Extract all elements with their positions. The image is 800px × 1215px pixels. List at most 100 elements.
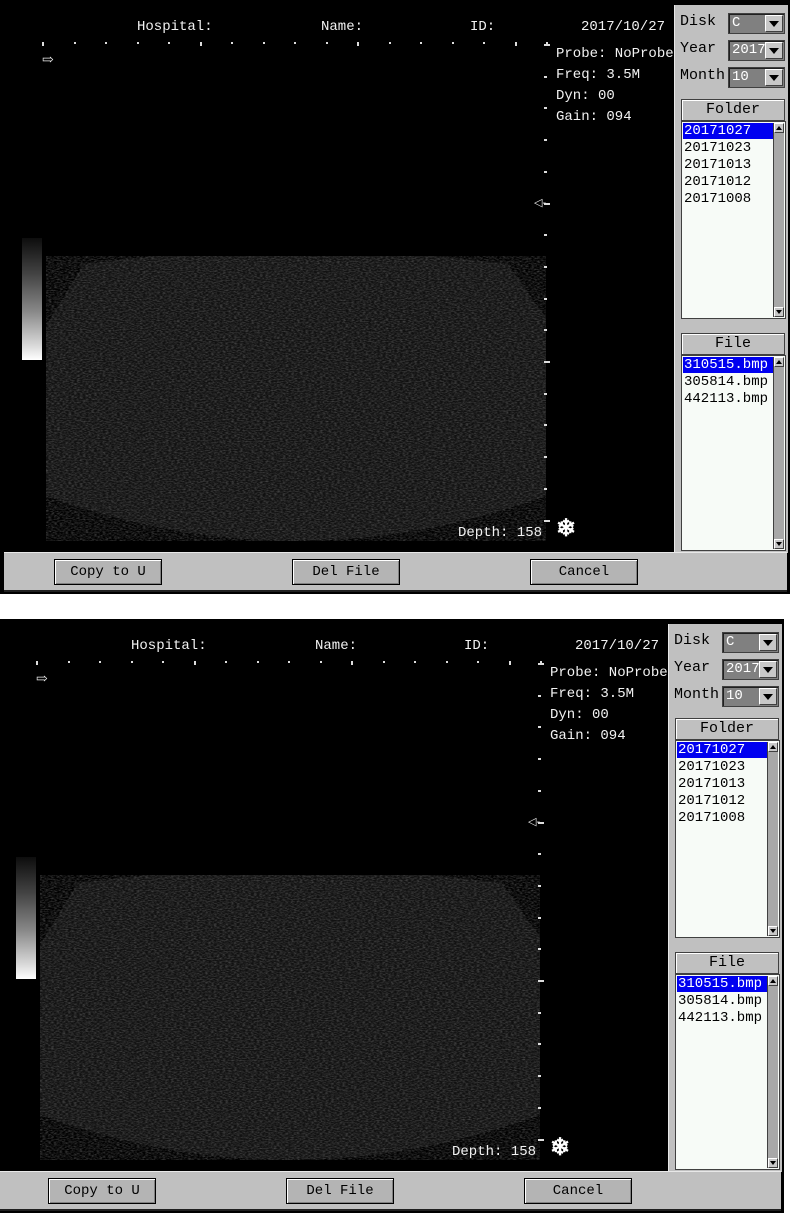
file-list[interactable]: 310515.bmp 305814.bmp 442113.bmp [675, 974, 780, 1170]
file-list-item[interactable]: 442113.bmp [677, 1010, 769, 1026]
dynamic-range-info: Dyn: 00 [550, 707, 609, 723]
scale-tick [105, 42, 107, 44]
depth-tick [544, 329, 547, 332]
month-label: Month [674, 686, 720, 703]
scroll-up-icon[interactable] [774, 123, 784, 133]
folder-list-item[interactable]: 20171008 [677, 810, 769, 826]
depth-tick [544, 234, 547, 237]
year-select[interactable]: 2017 [722, 659, 779, 680]
scroll-down-icon[interactable] [768, 926, 778, 936]
scale-tick [388, 42, 391, 44]
delete-file-button[interactable]: Del File [286, 1178, 394, 1204]
depth-tick [538, 694, 541, 697]
focus-marker-icon: ◁- [528, 815, 541, 828]
depth-tick [538, 1138, 544, 1141]
exam-date: 2017/10/27 [575, 638, 660, 654]
scroll-down-icon[interactable] [768, 1158, 778, 1168]
folder-list-item[interactable]: 20171012 [677, 793, 769, 809]
dropdown-arrow-icon[interactable] [759, 688, 777, 705]
dropdown-arrow-icon[interactable] [759, 634, 777, 651]
disk-value: C [726, 634, 735, 650]
folder-list-item[interactable]: 20171008 [683, 191, 775, 207]
scale-tick [445, 661, 448, 663]
depth-tick [544, 519, 550, 522]
scroll-up-icon[interactable] [768, 976, 778, 986]
disk-select[interactable]: C [728, 13, 785, 34]
copy-to-usb-button[interactable]: Copy to U [54, 559, 162, 585]
folder-list-item[interactable]: 20171027 [677, 742, 769, 758]
delete-file-button[interactable]: Del File [292, 559, 400, 585]
scale-tick [420, 42, 422, 44]
folder-list-item[interactable]: 20171013 [677, 776, 769, 792]
folder-list-item[interactable]: 20171012 [683, 174, 775, 190]
scale-tick [357, 42, 359, 46]
disk-label: Disk [674, 632, 711, 649]
depth-tick [538, 916, 541, 919]
action-bar: Copy to U Del File Cancel [0, 1171, 781, 1211]
folder-list[interactable]: 20171027 20171023 20171013 20171012 20171008 [681, 121, 786, 319]
grayscale-bar [16, 857, 36, 979]
cancel-button[interactable]: Cancel [530, 559, 638, 585]
file-scrollbar[interactable] [767, 976, 778, 1168]
scale-tick [225, 661, 227, 663]
hospital-label: Hospital: [131, 638, 207, 654]
scale-tick [319, 661, 322, 663]
depth-tick [538, 1075, 541, 1078]
patient-name-label: Name: [315, 638, 358, 654]
folder-list-item[interactable]: 20171013 [683, 157, 775, 173]
disk-value: C [732, 15, 741, 31]
dropdown-arrow-icon[interactable] [765, 42, 783, 59]
folder-list-item[interactable]: 20171023 [683, 140, 775, 156]
file-list-item[interactable]: 310515.bmp [683, 357, 775, 373]
file-list-item[interactable]: 442113.bmp [683, 391, 775, 407]
scale-tick [477, 661, 479, 663]
depth-tick [544, 139, 547, 142]
folder-list-item[interactable]: 20171023 [677, 759, 769, 775]
file-list-item[interactable]: 305814.bmp [677, 993, 769, 1009]
dynamic-range-info: Dyn: 00 [556, 88, 615, 104]
folder-list[interactable]: 20171027 20171023 20171013 20171012 20171008 [675, 740, 780, 938]
depth-tick [544, 75, 547, 78]
scale-tick [99, 661, 101, 663]
depth-tick [544, 265, 547, 268]
folder-scrollbar[interactable] [767, 742, 778, 936]
ultrasound-image [40, 875, 540, 1160]
month-value: 10 [732, 69, 749, 85]
scroll-down-icon[interactable] [774, 307, 784, 317]
dropdown-arrow-icon[interactable] [765, 15, 783, 32]
dropdown-arrow-icon[interactable] [765, 69, 783, 86]
year-select[interactable]: 2017 [728, 40, 785, 61]
file-list[interactable]: 310515.bmp 305814.bmp 442113.bmp [681, 355, 786, 551]
folder-list-item[interactable]: 20171027 [683, 123, 775, 139]
scale-tick [168, 42, 170, 44]
folder-header: Folder [675, 718, 779, 740]
pointer-arrow-icon: ⇨ [36, 671, 48, 687]
month-select[interactable]: 10 [722, 686, 779, 707]
scale-tick [294, 42, 296, 44]
exam-date: 2017/10/27 [581, 19, 666, 35]
scroll-up-icon[interactable] [774, 357, 784, 367]
depth-tick [544, 456, 547, 459]
file-scrollbar[interactable] [773, 357, 784, 549]
depth-tick [544, 107, 547, 110]
horizontal-scale [42, 42, 548, 48]
scroll-up-icon[interactable] [768, 742, 778, 752]
file-list-item[interactable]: 310515.bmp [677, 976, 769, 992]
depth-tick [544, 392, 547, 395]
scroll-down-icon[interactable] [774, 539, 784, 549]
cancel-button[interactable]: Cancel [524, 1178, 632, 1204]
file-list-item[interactable]: 305814.bmp [683, 374, 775, 390]
month-select[interactable]: 10 [728, 67, 785, 88]
scale-tick [256, 661, 259, 663]
year-value: 2017 [732, 42, 766, 58]
copy-to-usb-button[interactable]: Copy to U [48, 1178, 156, 1204]
depth-tick [538, 948, 541, 951]
disk-select[interactable]: C [722, 632, 779, 653]
scale-tick [42, 42, 44, 46]
dropdown-arrow-icon[interactable] [759, 661, 777, 678]
folder-scrollbar[interactable] [773, 123, 784, 317]
depth-tick [538, 758, 541, 761]
file-browser-panel: Disk C Year 2017 Month 10 Folder 2017102… [668, 624, 782, 1172]
depth-tick [538, 853, 541, 856]
frequency-info: Freq: 3.5M [556, 67, 641, 83]
